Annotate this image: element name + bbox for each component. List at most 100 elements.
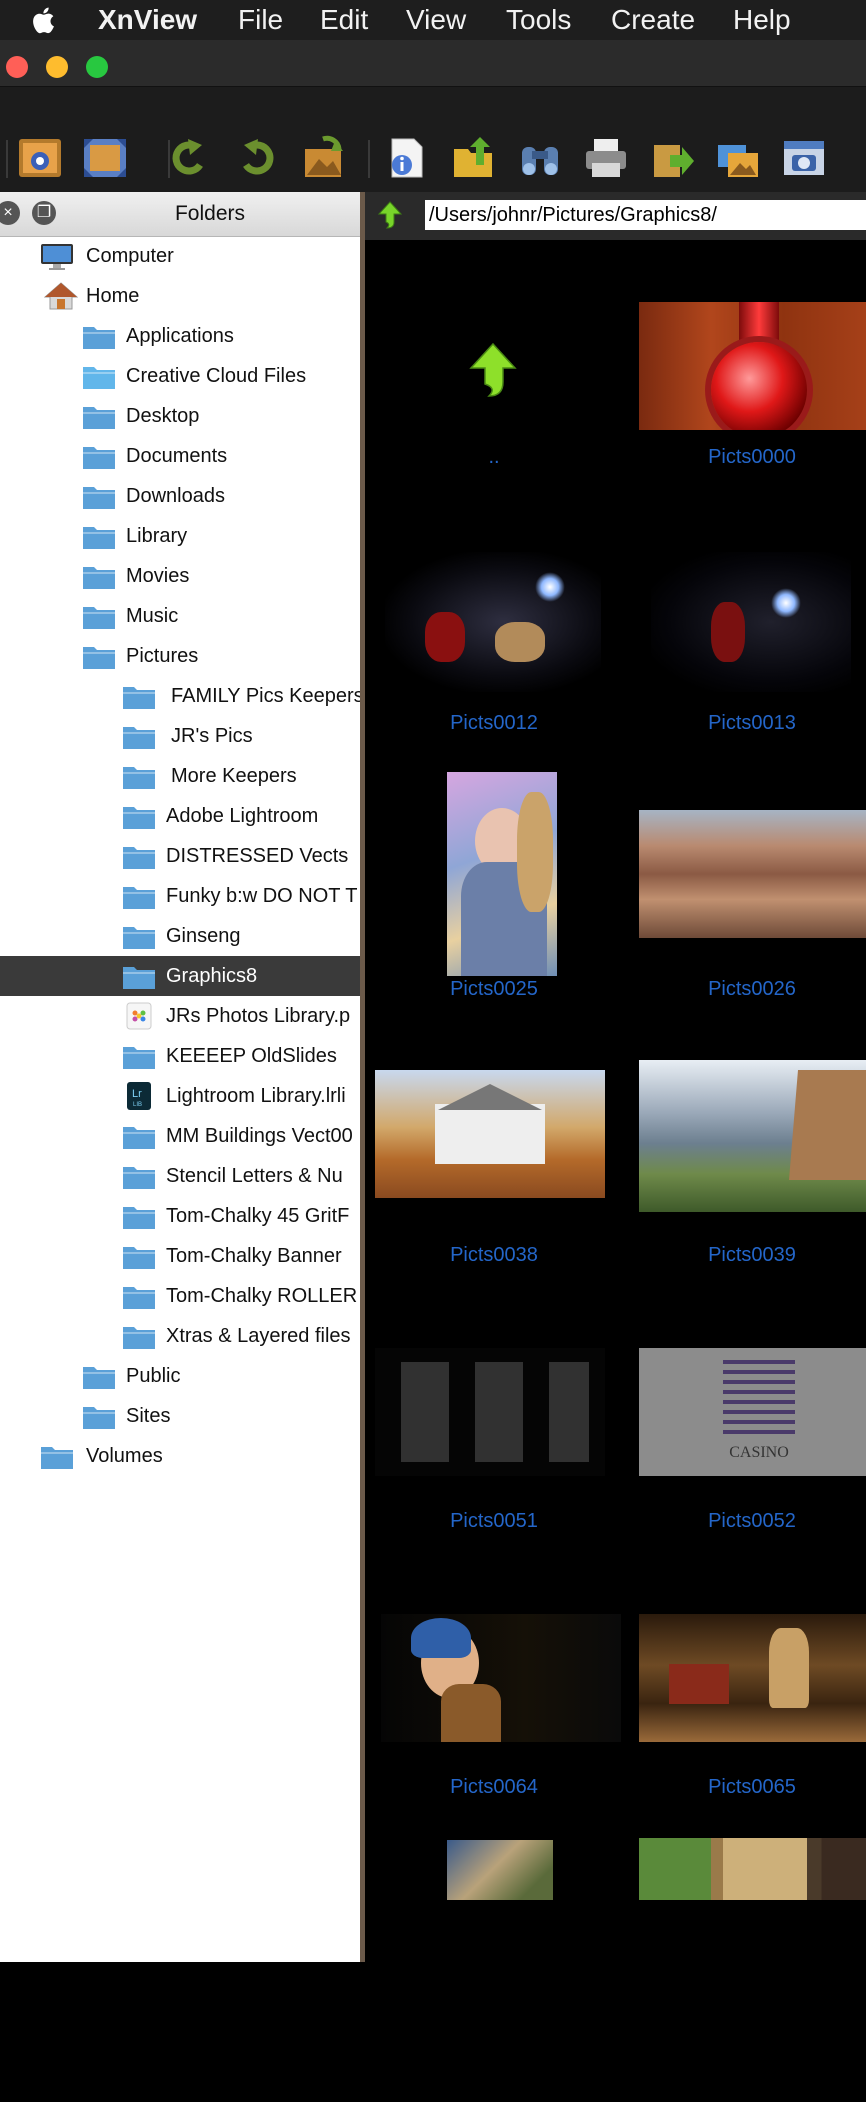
folder-tree-item[interactable]: Documents <box>0 436 360 476</box>
convert-button[interactable] <box>297 134 349 182</box>
folder-icon <box>123 767 155 789</box>
thumbnail-item[interactable]: Picts0039 <box>623 1038 866 1304</box>
menu-create[interactable]: Create <box>611 3 695 37</box>
folder-tree-item[interactable]: Creative Cloud Files <box>0 356 360 396</box>
folder-tree-item[interactable]: Tom-Chalky Banner <box>0 1236 360 1276</box>
folder-tree-item-label: Applications <box>126 325 234 347</box>
folder-tree-item[interactable]: Volumes <box>0 1436 360 1476</box>
close-window-button[interactable] <box>6 56 28 78</box>
folder-tree-item[interactable]: Home <box>0 276 360 316</box>
folder-tree-item[interactable]: Desktop <box>0 396 360 436</box>
thumbnail-item[interactable]: Picts0025 <box>365 772 623 1038</box>
search-icon <box>522 147 558 175</box>
thumbnail-item[interactable]: Picts0013 <box>623 506 866 772</box>
folder-tree-item[interactable]: Sites <box>0 1396 360 1436</box>
folder-tree-item[interactable]: Xtras & Layered files <box>0 1316 360 1356</box>
menu-bar: XnView File Edit View Tools Create Help <box>0 0 866 40</box>
folder-icon <box>83 487 115 509</box>
folder-tree-item[interactable]: FAMILY Pics Keepers <box>0 676 360 716</box>
folder-tree-item[interactable]: Ginseng <box>0 916 360 956</box>
folder-tree-item[interactable]: Applications <box>0 316 360 356</box>
folder-tree-item-label: Downloads <box>126 485 225 507</box>
folder-tree-item-label: JRs Photos Library.p <box>166 1005 351 1027</box>
export-button[interactable] <box>448 134 500 182</box>
folder-tree-item[interactable]: Downloads <box>0 476 360 516</box>
print-button[interactable] <box>580 134 632 182</box>
folder-tree-item[interactable]: MM Buildings Vect00 <box>0 1116 360 1156</box>
folder-tree-item[interactable]: Adobe Lightroom <box>0 796 360 836</box>
thumbnail-caption: Picts0039 <box>708 1244 796 1266</box>
folder-tree-item[interactable]: Computer <box>0 236 360 276</box>
move-button[interactable] <box>646 134 698 182</box>
capture-button[interactable] <box>778 134 830 182</box>
folder-tree-item[interactable]: Lr LIB Lightroom Library.lrli <box>0 1076 360 1116</box>
rotate-right-button[interactable] <box>230 134 282 182</box>
folder-tree-item[interactable]: Tom-Chalky ROLLER <box>0 1276 360 1316</box>
folder-tree-item[interactable]: Movies <box>0 556 360 596</box>
folder-tree-item[interactable]: Public <box>0 1356 360 1396</box>
slideshow-icon <box>718 145 758 177</box>
folder-tree-item[interactable]: KEEEEP OldSlides <box>0 1036 360 1076</box>
folder-tree-item[interactable]: Pictures <box>0 636 360 676</box>
go-up-icon[interactable] <box>375 200 405 230</box>
thumbnail-item[interactable] <box>365 1836 623 2102</box>
folder-tree-item[interactable]: More Keepers <box>0 756 360 796</box>
folder-tree-item-label: Home <box>86 285 140 307</box>
folder-tree-item[interactable]: Stencil Letters & Nu <box>0 1156 360 1196</box>
path-input[interactable] <box>425 200 866 230</box>
menu-xnview[interactable]: XnView <box>98 3 197 37</box>
thumbnail-item[interactable]: Picts0026 <box>623 772 866 1038</box>
folder-icon <box>83 567 115 589</box>
search-button[interactable] <box>514 134 566 182</box>
thumbnail-item[interactable]: Picts0065 <box>623 1570 866 1836</box>
folder-tree-item-label: Public <box>126 1365 181 1387</box>
rotate-right-icon <box>243 139 274 175</box>
folder-tree-item-label: Ginseng <box>166 925 241 947</box>
folder-tree-item[interactable]: Tom-Chalky 45 GritF <box>0 1196 360 1236</box>
parent-folder-thumbnail <box>461 338 525 402</box>
thumbnail-item[interactable]: Picts0038 <box>365 1038 623 1304</box>
rotate-left-button[interactable] <box>164 134 216 182</box>
thumbnail-image: CASINO <box>639 1348 866 1476</box>
view-button[interactable] <box>14 134 66 182</box>
folder-tree-item[interactable]: Library <box>0 516 360 556</box>
menu-view[interactable]: View <box>406 3 466 37</box>
fullscreen-button[interactable] <box>79 134 131 182</box>
zoom-window-button[interactable] <box>86 56 108 78</box>
folder-icon <box>123 887 155 909</box>
folder-icon <box>83 327 115 349</box>
folder-tree-item[interactable]: Funky b:w DO NOT T <box>0 876 360 916</box>
folder-tree-item-label: Volumes <box>86 1445 163 1467</box>
slideshow-button[interactable] <box>712 134 764 182</box>
folder-tree-item[interactable]: Graphics8 <box>0 956 360 996</box>
rotate-left-icon <box>172 139 203 175</box>
apple-icon[interactable] <box>30 4 60 36</box>
folder-icon <box>123 1207 155 1229</box>
folder-tree-item[interactable]: JR's Pics <box>0 716 360 756</box>
folder-tree-item-label: Movies <box>126 565 190 587</box>
thumbnail-item[interactable]: Picts0000 <box>623 240 866 506</box>
menu-tools[interactable]: Tools <box>506 3 571 37</box>
folder-tree-item-label: Tom-Chalky ROLLER <box>166 1285 358 1307</box>
folder-tree-item[interactable]: JRs Photos Library.p <box>0 996 360 1036</box>
parent-folder-icon <box>469 342 517 397</box>
print-icon <box>586 139 626 177</box>
thumbnail-item[interactable] <box>623 1836 866 2102</box>
folder-icon <box>83 367 115 389</box>
thumbnail-item[interactable]: .. <box>365 240 623 506</box>
folder-tree-item-label: Stencil Letters & Nu <box>166 1165 343 1187</box>
menu-help[interactable]: Help <box>733 3 791 37</box>
thumbnail-item[interactable]: Picts0012 <box>365 506 623 772</box>
info-button[interactable] <box>380 134 432 182</box>
thumbnail-image <box>639 302 866 430</box>
thumbnail-item[interactable]: Picts0064 <box>365 1570 623 1836</box>
thumbnail-item[interactable]: CASINO Picts0052 <box>623 1304 866 1570</box>
minimize-window-button[interactable] <box>46 56 68 78</box>
folder-tree-item[interactable]: Music <box>0 596 360 636</box>
thumbnail-item[interactable]: Picts0051 <box>365 1304 623 1570</box>
lightroom-icon: Lr LIB <box>127 1082 151 1110</box>
menu-edit[interactable]: Edit <box>320 3 368 37</box>
folder-tree-item[interactable]: DISTRESSED Vects <box>0 836 360 876</box>
folder-tree-item-label: Library <box>126 525 188 547</box>
menu-file[interactable]: File <box>238 3 283 37</box>
